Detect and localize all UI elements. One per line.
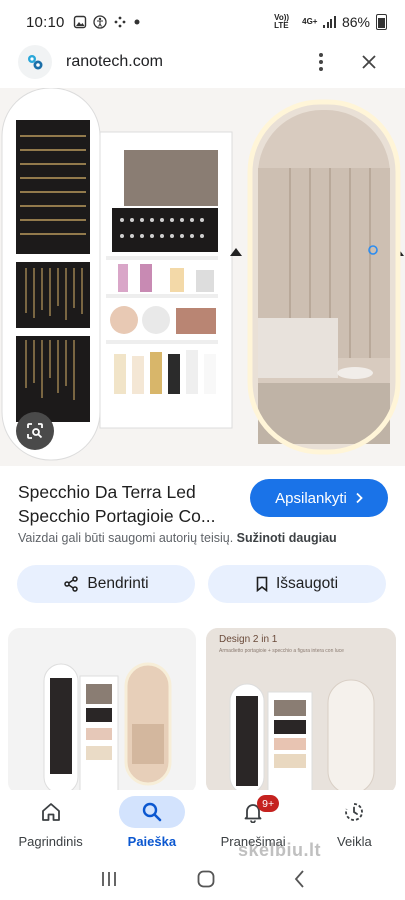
sync-dots-icon bbox=[114, 16, 125, 28]
signal-icon bbox=[323, 16, 336, 28]
site-name[interactable]: ranotech.com bbox=[66, 53, 163, 71]
nav-icon-container bbox=[18, 796, 84, 828]
lens-button[interactable] bbox=[16, 412, 54, 450]
lens-search-icon bbox=[27, 423, 43, 439]
visit-button[interactable]: Apsilankyti bbox=[250, 479, 388, 517]
accessibility-icon bbox=[92, 15, 107, 29]
nav-icon-container bbox=[118, 796, 185, 828]
share-button-label: Bendrinti bbox=[87, 575, 149, 592]
battery-icon bbox=[376, 14, 387, 30]
home-icon bbox=[41, 803, 60, 821]
close-button[interactable] bbox=[351, 44, 387, 80]
nav-label-activity: Veikla bbox=[337, 834, 372, 849]
dot-icon bbox=[134, 19, 140, 25]
visit-button-label: Apsilankyti bbox=[275, 489, 347, 507]
product-image[interactable] bbox=[0, 88, 405, 466]
search-icon bbox=[142, 802, 162, 822]
copyright-notice: Vaizdai gali būti saugomi autorių teisių… bbox=[18, 531, 337, 545]
more-options-icon[interactable] bbox=[305, 46, 337, 78]
status-time: 10:10 bbox=[26, 13, 65, 31]
close-icon bbox=[362, 55, 376, 69]
status-right: Vo)) LTE 4G+ 86% bbox=[274, 14, 387, 30]
nav-item-home[interactable]: Pagrindinis bbox=[0, 790, 101, 858]
gallery-icon bbox=[73, 15, 86, 29]
learn-more-link[interactable]: Sužinoti daugiau bbox=[237, 531, 337, 545]
site-header: ranotech.com bbox=[0, 40, 405, 84]
nav-item-search[interactable]: Paieška bbox=[101, 790, 202, 858]
home-button-icon[interactable] bbox=[196, 869, 216, 889]
card-title: Design 2 in 1 bbox=[219, 634, 278, 645]
network-type: 4G+ bbox=[302, 17, 318, 26]
nav-icon-container bbox=[321, 796, 387, 828]
volte-indicator: Vo)) LTE bbox=[274, 13, 290, 30]
related-image-card[interactable] bbox=[8, 628, 196, 794]
nav-label-search: Paieška bbox=[127, 834, 177, 849]
share-icon bbox=[64, 576, 79, 592]
recent-apps-icon[interactable] bbox=[99, 870, 119, 888]
nav-label-home: Pagrindinis bbox=[18, 834, 83, 849]
status-notification-icons bbox=[73, 15, 141, 29]
notification-badge: 9+ bbox=[257, 795, 280, 812]
chevron-right-icon bbox=[356, 492, 363, 504]
copyright-text: Vaizdai gali būti saugomi autorių teisių… bbox=[18, 531, 234, 545]
related-image-1 bbox=[8, 628, 196, 794]
nav-icon-container: 9+ bbox=[220, 795, 286, 828]
system-navigation-bar bbox=[0, 858, 405, 900]
product-title[interactable]: Specchio Da Terra Led Specchio Portagioi… bbox=[18, 480, 246, 528]
site-favicon[interactable] bbox=[18, 45, 52, 79]
bookmark-icon bbox=[256, 576, 268, 592]
bottom-navigation: Pagrindinis Paieška 9+ Pranešimai Veikla bbox=[0, 790, 405, 858]
activity-icon bbox=[345, 803, 364, 821]
status-bar: 10:10 Vo)) LTE 4G+ 86% bbox=[0, 0, 405, 44]
related-image-card[interactable]: Design 2 in 1 Armadietto portagioie + sp… bbox=[206, 628, 396, 794]
save-button-label: Išsaugoti bbox=[275, 575, 339, 592]
share-button[interactable]: Bendrinti bbox=[17, 565, 195, 603]
product-illustration bbox=[0, 88, 405, 466]
card-subtitle: Armadietto portagioie + specchio a figur… bbox=[219, 648, 344, 654]
gear-logo-icon bbox=[28, 55, 43, 70]
save-button[interactable]: Išsaugoti bbox=[208, 565, 386, 603]
back-icon[interactable] bbox=[293, 869, 307, 889]
battery-percent: 86% bbox=[341, 14, 370, 30]
